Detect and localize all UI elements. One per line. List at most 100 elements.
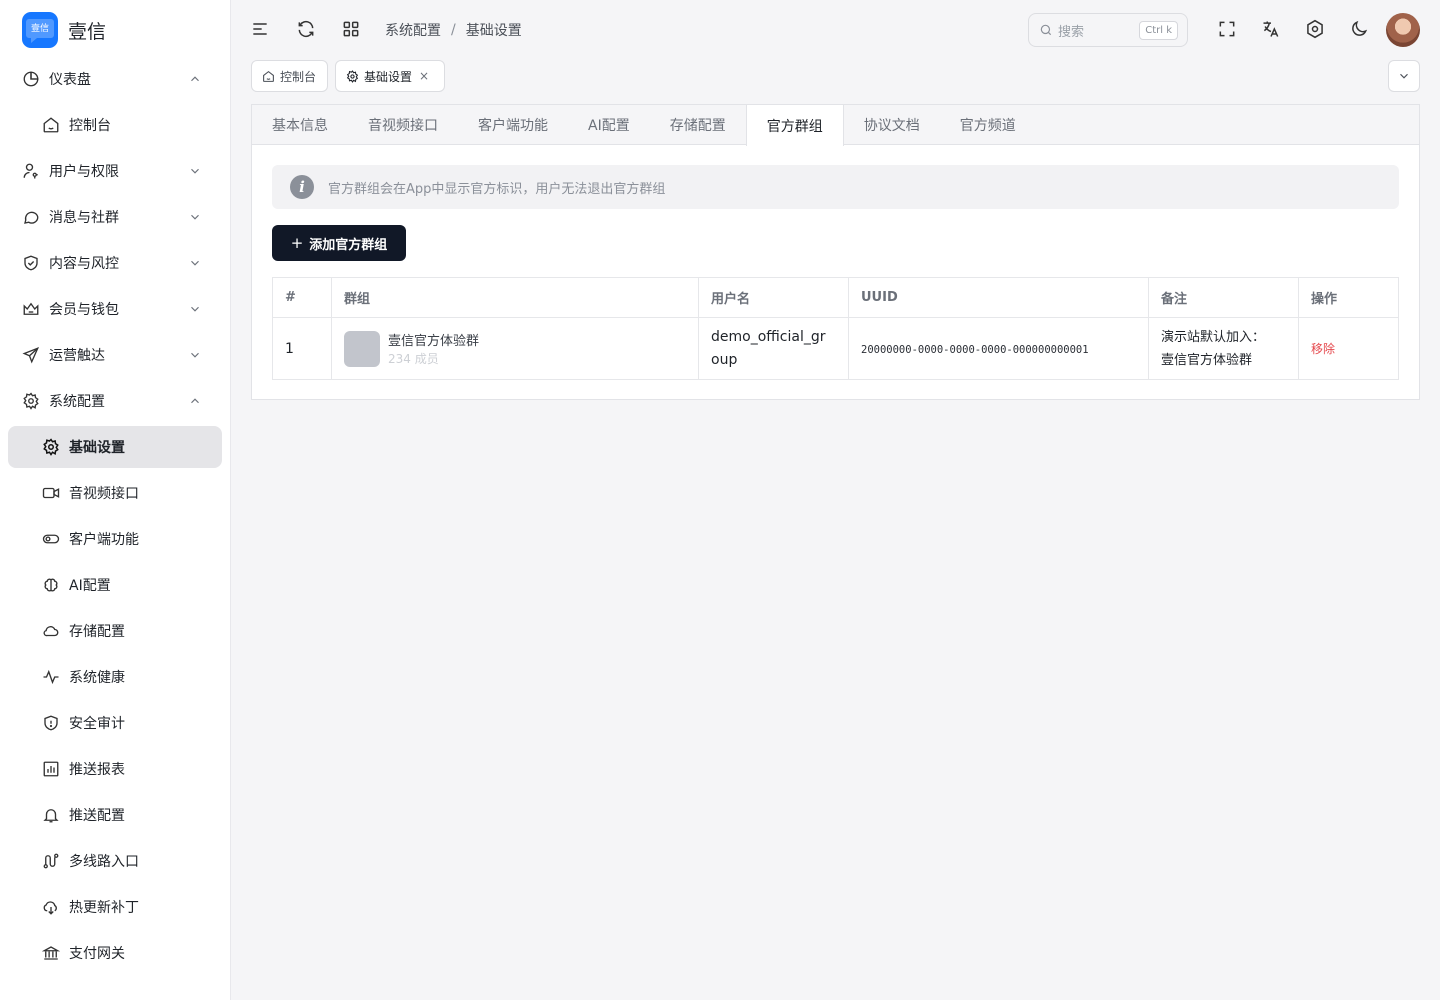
sidebar-menu: 仪表盘 控制台 用户与权限 消息与社群 内容与风控 会员与钱包 运营触达 系统配… xyxy=(0,58,230,978)
tab-agreements[interactable]: 协议文档 xyxy=(844,105,940,145)
tab-av-api[interactable]: 音视频接口 xyxy=(348,105,458,145)
settings-hexagon-icon[interactable] xyxy=(1304,18,1326,40)
sidebar-item-label: 安全审计 xyxy=(69,716,125,732)
column-header-group: 群组 xyxy=(331,277,699,318)
crown-icon xyxy=(22,300,40,318)
page-tab-console[interactable]: 控制台 xyxy=(251,60,328,92)
chevron-up-icon xyxy=(191,76,199,82)
brand-logo: 壹信 xyxy=(22,12,58,48)
sidebar-item-hotfix[interactable]: 热更新补丁 xyxy=(8,886,222,928)
fullscreen-icon[interactable] xyxy=(1216,18,1238,40)
group-avatar xyxy=(344,330,380,367)
top-header: 系统配置 / 基础设置 搜索 Ctrl k xyxy=(231,0,1440,60)
cell-index: 1 xyxy=(272,317,332,380)
settings-tabs: 基本信息 音视频接口 客户端功能 AI配置 存储配置 官方群组 协议文档 官方频… xyxy=(252,105,1419,146)
cell-remark: 演示站默认加入：壹信官方体验群 xyxy=(1148,317,1299,380)
brand[interactable]: 壹信 壹信 xyxy=(22,12,106,48)
info-icon: i xyxy=(290,175,314,199)
sidebar-item-push-report[interactable]: 推送报表 xyxy=(8,748,222,790)
home-icon xyxy=(263,70,274,82)
page-tab-label: 基础设置 xyxy=(364,69,413,84)
sidebar-item-av-api[interactable]: 音视频接口 xyxy=(8,472,222,514)
sidebar-item-dashboard[interactable]: 仪表盘 xyxy=(8,58,222,100)
tab-storage[interactable]: 存储配置 xyxy=(650,105,746,145)
sidebar-item-multi-route[interactable]: 多线路入口 xyxy=(8,840,222,882)
tab-official-groups[interactable]: 官方群组 xyxy=(745,105,844,146)
page-tab-basic-settings[interactable]: 基础设置 × xyxy=(335,60,445,92)
sidebar-item-content-risk[interactable]: 内容与风控 xyxy=(8,242,222,284)
sidebar-item-label: 内容与风控 xyxy=(49,256,119,272)
sidebar-item-label: 系统配置 xyxy=(49,394,105,410)
sidebar-item-label: AI配置 xyxy=(69,578,111,594)
cell-uuid: 20000000-0000-0000-0000-000000000001 xyxy=(848,317,1149,380)
chevron-down-icon xyxy=(191,214,199,220)
cell-actions: 移除 xyxy=(1298,317,1399,380)
sidebar-item-basic-settings[interactable]: 基础设置 xyxy=(8,426,222,468)
translate-icon[interactable] xyxy=(1260,18,1282,40)
gear-icon xyxy=(42,438,60,456)
sidebar-item-label: 音视频接口 xyxy=(69,486,139,502)
sidebar-item-label: 系统健康 xyxy=(69,670,125,686)
chevron-up-icon xyxy=(191,398,199,404)
sidebar-item-system-config[interactable]: 系统配置 xyxy=(8,380,222,422)
column-header-username: 用户名 xyxy=(698,277,849,318)
sidebar-item-system-health[interactable]: 系统健康 xyxy=(8,656,222,698)
column-header-uuid: UUID xyxy=(848,277,1149,318)
sidebar-item-operations[interactable]: 运营触达 xyxy=(8,334,222,376)
user-avatar[interactable] xyxy=(1386,13,1420,47)
sidebar-item-payment-gateway[interactable]: 支付网关 xyxy=(8,932,222,974)
table-row: 1 壹信官方体验群 234 成员 demo_official_group 200… xyxy=(272,317,1399,380)
add-official-group-button[interactable]: + 添加官方群组 xyxy=(272,225,406,261)
sidebar-item-label: 多线路入口 xyxy=(69,854,139,870)
search-placeholder: 搜索 xyxy=(1058,24,1085,40)
sidebar-item-users[interactable]: 用户与权限 xyxy=(8,150,222,192)
tab-basic-info[interactable]: 基本信息 xyxy=(252,105,348,145)
sidebar-item-messages[interactable]: 消息与社群 xyxy=(8,196,222,238)
username-text: demo_official_group xyxy=(711,328,826,368)
apps-grid-icon[interactable] xyxy=(340,18,362,40)
sidebar-item-ai-config[interactable]: AI配置 xyxy=(8,564,222,606)
search-input[interactable]: 搜索 Ctrl k xyxy=(1028,13,1188,47)
sidebar-item-label: 运营触达 xyxy=(49,348,105,364)
tab-menu-button[interactable] xyxy=(1388,60,1420,92)
close-icon[interactable]: × xyxy=(419,69,429,83)
chevron-down-icon xyxy=(191,168,199,174)
route-icon xyxy=(42,852,60,870)
sidebar-item-label: 控制台 xyxy=(69,118,111,134)
sidebar-item-push-config[interactable]: 推送配置 xyxy=(8,794,222,836)
home-icon xyxy=(42,116,60,134)
sidebar-item-membership[interactable]: 会员与钱包 xyxy=(8,288,222,330)
bank-icon xyxy=(42,944,60,962)
tab-client-features[interactable]: 客户端功能 xyxy=(458,105,568,145)
remark-text: 演示站默认加入：壹信官方体验群 xyxy=(1161,329,1266,368)
dark-mode-icon[interactable] xyxy=(1348,18,1370,40)
group-member-count: 234 成员 xyxy=(388,352,439,366)
notice-text: 官方群组会在App中显示官方标识，用户无法退出官方群组 xyxy=(328,181,666,197)
tab-official-channels[interactable]: 官方频道 xyxy=(940,105,1036,145)
chat-bubble-icon xyxy=(22,208,40,226)
remove-button[interactable]: 移除 xyxy=(1311,342,1335,356)
refresh-icon[interactable] xyxy=(295,18,317,40)
pulse-icon xyxy=(42,668,60,686)
sidebar: 壹信 壹信 仪表盘 控制台 用户与权限 消息与社群 内容与风控 会员与钱包 运营… xyxy=(0,0,231,1000)
sidebar-item-label: 用户与权限 xyxy=(49,164,119,180)
sidebar-item-label: 热更新补丁 xyxy=(69,900,139,916)
sidebar-item-security-audit[interactable]: 安全审计 xyxy=(8,702,222,744)
tab-ai-config[interactable]: AI配置 xyxy=(568,105,650,145)
sidebar-item-client-features[interactable]: 客户端功能 xyxy=(8,518,222,560)
sidebar-item-label: 消息与社群 xyxy=(49,210,119,226)
info-notice: i 官方群组会在App中显示官方标识，用户无法退出官方群组 xyxy=(272,165,1399,209)
menu-toggle-icon[interactable] xyxy=(249,18,271,40)
sidebar-item-storage[interactable]: 存储配置 xyxy=(8,610,222,652)
add-button-label: 添加官方群组 xyxy=(309,237,388,253)
bar-chart-icon xyxy=(42,760,60,778)
sidebar-item-label: 基础设置 xyxy=(69,440,125,456)
sidebar-item-label: 支付网关 xyxy=(69,946,125,962)
sidebar-item-console[interactable]: 控制台 xyxy=(8,104,222,146)
sidebar-item-label: 客户端功能 xyxy=(69,532,139,548)
breadcrumb-item-current: 基础设置 xyxy=(465,23,522,39)
user-key-icon xyxy=(22,162,40,180)
gear-icon xyxy=(22,392,40,410)
breadcrumb-item[interactable]: 系统配置 xyxy=(385,20,441,40)
column-header-remark: 备注 xyxy=(1148,277,1299,318)
